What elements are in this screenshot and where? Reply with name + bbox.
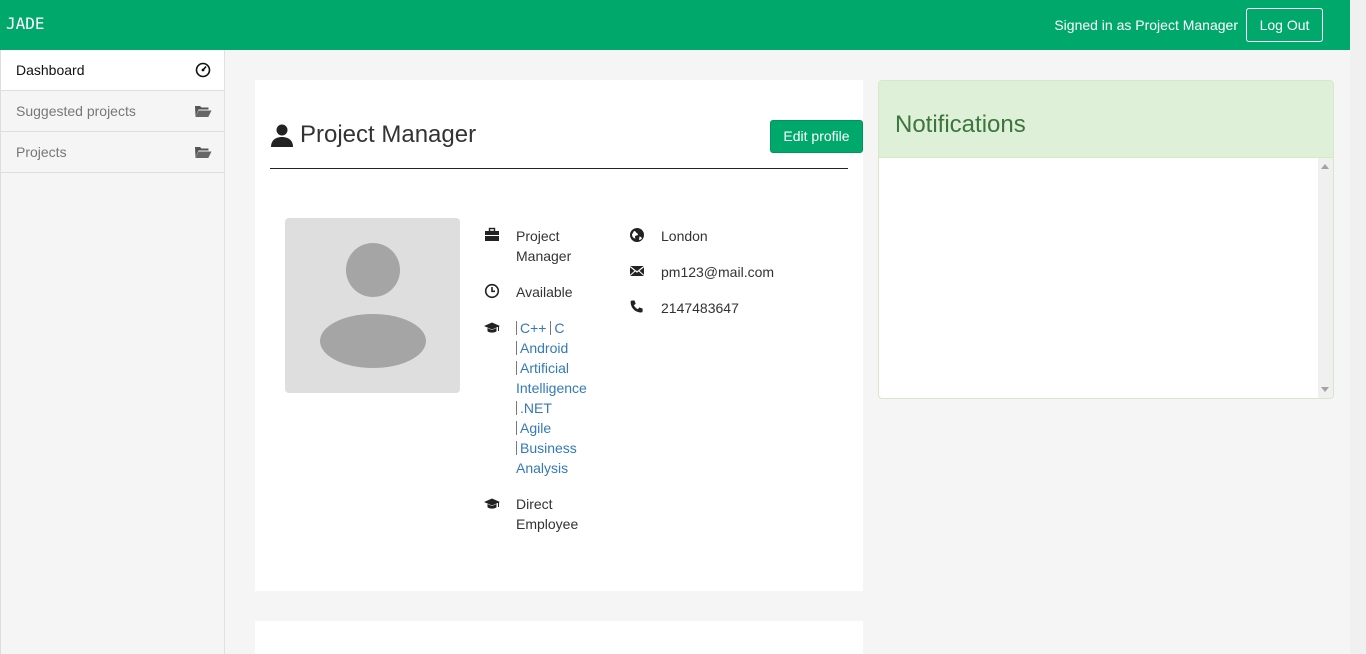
skill-link[interactable]: Artificial Intelligence <box>516 360 587 396</box>
page-scrollbar[interactable] <box>1350 0 1366 654</box>
signed-in-text: Signed in as Project Manager <box>1054 17 1238 33</box>
skills-list: C++ C Android Artificial Intelligence .N… <box>516 318 596 478</box>
scroll-down-arrow-icon[interactable] <box>1321 387 1329 392</box>
email: pm123@mail.com <box>661 264 775 280</box>
edit-profile-button[interactable]: Edit profile <box>770 120 863 153</box>
user-icon <box>271 124 293 147</box>
employment-line-1: Direct <box>516 496 553 512</box>
skill-link[interactable]: Agile <box>520 420 551 436</box>
employment-line-2: Employee <box>516 516 579 532</box>
sidebar-item-projects[interactable]: Projects <box>1 132 224 173</box>
briefcase-icon <box>485 227 499 241</box>
sidebar-item-label: Suggested projects <box>16 103 136 119</box>
notifications-list[interactable] <box>879 158 1333 398</box>
profile-card: Project Manager Edit profile Project Man… <box>255 80 863 591</box>
folder-open-icon <box>195 147 212 158</box>
role-line-2: Manager <box>516 248 572 264</box>
separator <box>516 401 517 415</box>
separator <box>516 421 517 435</box>
notifications-header: Notifications <box>879 81 1333 158</box>
profile-name: Project Manager <box>300 121 477 148</box>
scroll-up-arrow-icon[interactable] <box>1321 164 1329 169</box>
notifications-scrollbar[interactable] <box>1318 158 1333 398</box>
folder-open-icon <box>195 106 212 117</box>
notifications-panel: Notifications <box>878 80 1334 399</box>
skill-link[interactable]: Android <box>520 340 568 356</box>
skill-link[interactable]: C++ <box>520 320 546 336</box>
sidebar: Dashboard Suggested projects Projects <box>0 50 225 654</box>
location: London <box>661 228 708 244</box>
separator <box>516 321 517 335</box>
skill-link[interactable]: C <box>554 320 564 336</box>
skill-link[interactable]: .NET <box>520 400 552 416</box>
separator <box>516 361 517 375</box>
top-navbar: JADE Signed in as Project Manager Log Ou… <box>0 0 1350 50</box>
avatar-placeholder-icon <box>320 243 426 368</box>
profile-header: Project Manager Edit profile <box>270 120 863 169</box>
clock-icon <box>484 283 500 299</box>
phone-icon <box>630 300 643 313</box>
availability-status: Available <box>516 284 573 300</box>
logout-button[interactable]: Log Out <box>1246 8 1323 42</box>
globe-icon <box>630 228 644 242</box>
secondary-card <box>255 621 863 654</box>
phone: 2147483647 <box>661 300 739 316</box>
skill-link[interactable]: Business Analysis <box>516 440 577 476</box>
separator <box>516 341 517 355</box>
graduation-cap-icon <box>484 322 500 333</box>
separator <box>516 441 517 455</box>
graduation-cap-icon <box>484 498 500 509</box>
avatar <box>285 218 460 393</box>
separator <box>550 321 552 335</box>
notifications-title: Notifications <box>895 111 1026 138</box>
sidebar-item-suggested-projects[interactable]: Suggested projects <box>1 91 224 132</box>
sidebar-item-label: Dashboard <box>16 62 85 78</box>
role-line-1: Project <box>516 228 560 244</box>
sidebar-item-label: Projects <box>16 144 67 160</box>
envelope-icon <box>629 266 645 276</box>
brand-logo[interactable]: JADE <box>6 14 45 33</box>
dashboard-icon <box>195 62 211 78</box>
sidebar-item-dashboard[interactable]: Dashboard <box>1 50 224 91</box>
